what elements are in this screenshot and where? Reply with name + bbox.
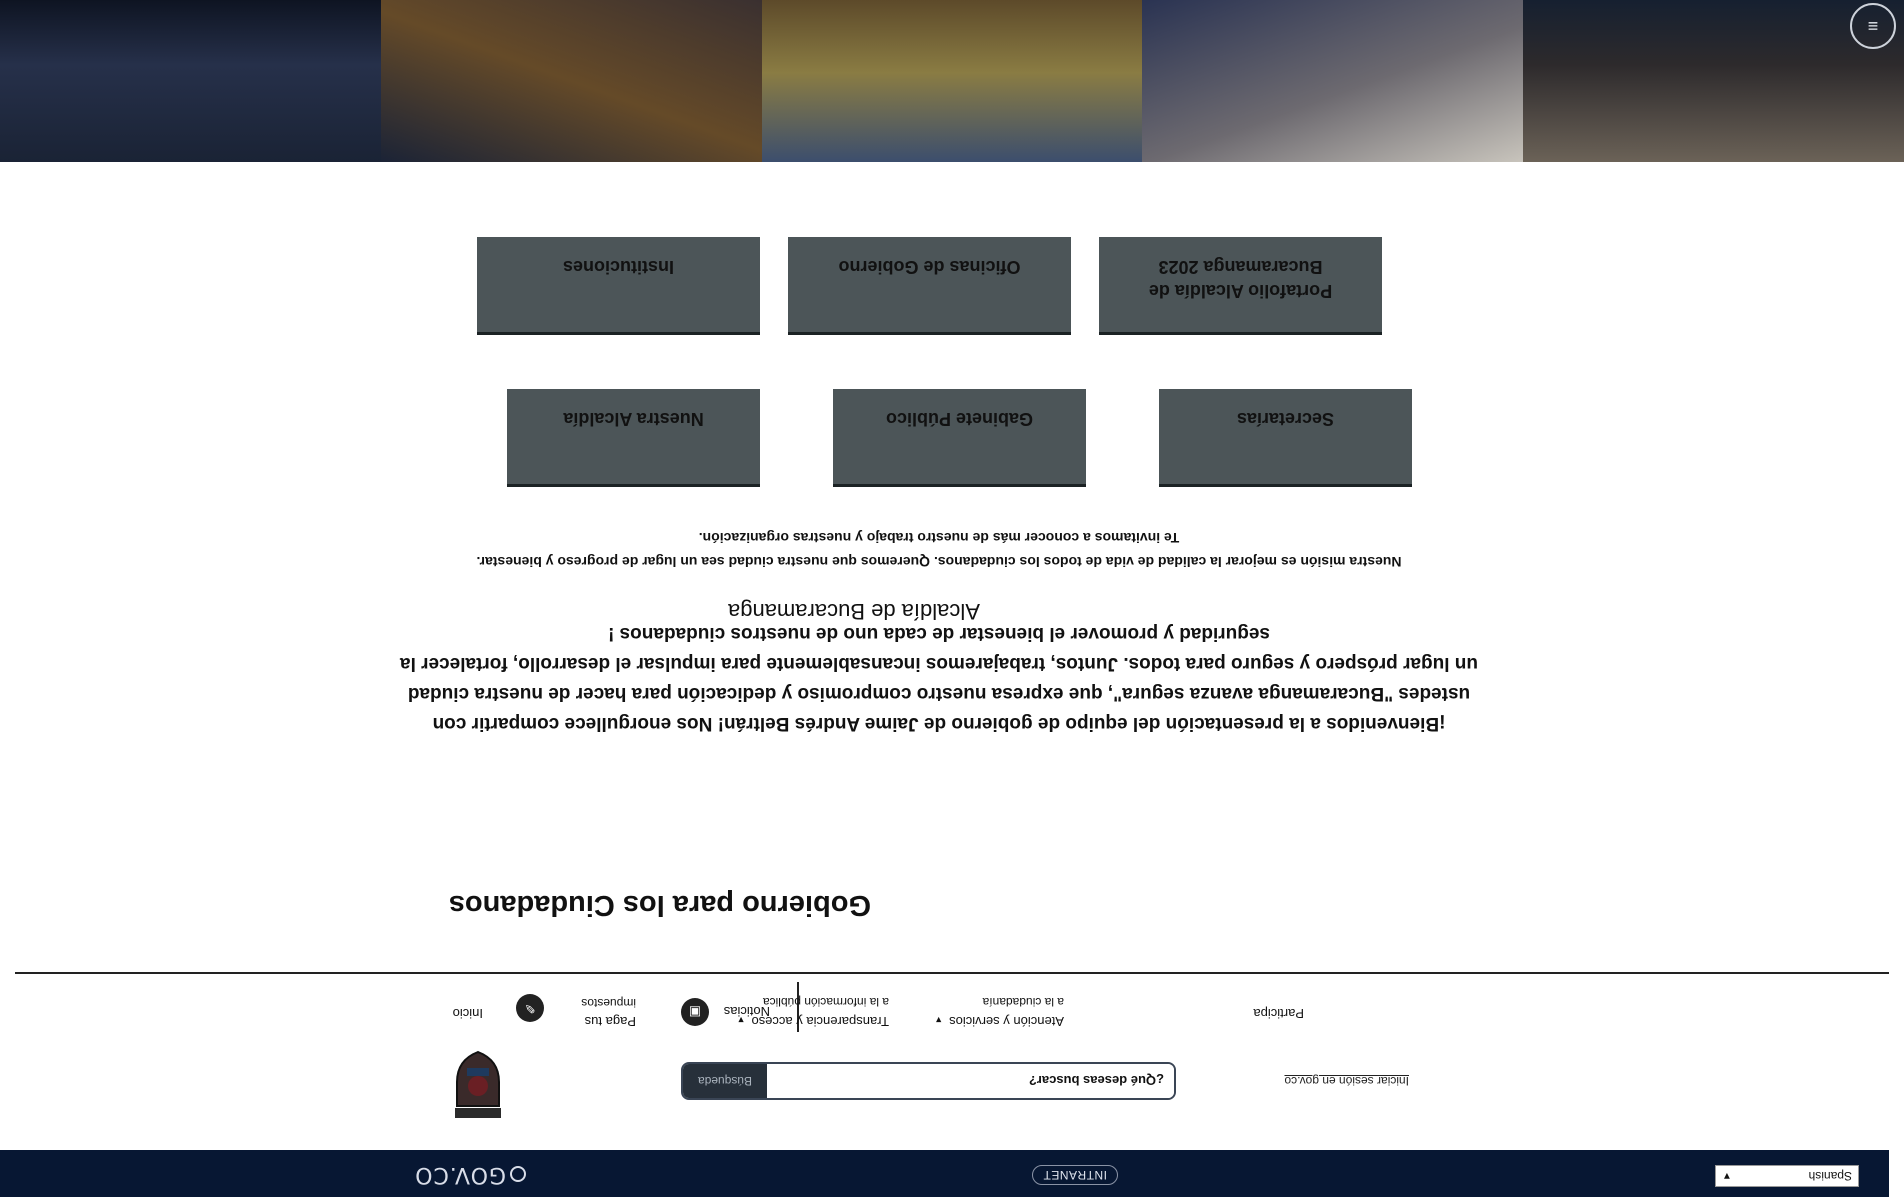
main-content: Gobierno para los Ciudadanos ¡Bienvenido… xyxy=(15,160,1889,972)
search-button[interactable]: Búsqueda xyxy=(683,1064,767,1098)
search-bar: Búsqueda xyxy=(681,1062,1176,1100)
org-name: Alcaldía de Bucaramanga xyxy=(728,599,980,624)
hamburger-icon[interactable]: ≡ xyxy=(1850,3,1896,49)
nav-pagos[interactable]: Paga tus impuestos xyxy=(581,994,636,1030)
nav-noticias[interactable]: Noticias xyxy=(724,1002,770,1020)
hero-image-4 xyxy=(380,0,762,162)
nav-transparencia-label: Transparencia y acceso xyxy=(751,1014,889,1029)
nav-participa-label: Participa xyxy=(1253,1006,1304,1021)
card-instituciones[interactable]: Instituciones xyxy=(477,237,760,335)
page-title: Gobierno para los Ciudadanos xyxy=(448,889,871,921)
card-oficinas-de-gobierno[interactable]: Oficinas de Gobierno xyxy=(788,237,1071,335)
nav-participa[interactable]: Participa xyxy=(1253,1004,1304,1022)
card-gabinete-publico[interactable]: Gabinete Público xyxy=(833,389,1086,487)
card-nuestra-alcaldia[interactable]: Nuestra Alcaldía xyxy=(507,389,760,487)
language-select[interactable]: Spanish ▼ xyxy=(1715,1165,1859,1187)
govco-label: GOV.CO xyxy=(414,1162,506,1187)
chevron-down-icon: ▼ xyxy=(1722,1170,1732,1182)
nav-atencion-sub: a la ciudadanía xyxy=(982,995,1064,1009)
intranet-link[interactable]: INTRANET xyxy=(1032,1165,1118,1185)
hero-image-2 xyxy=(1142,0,1524,162)
header: Iniciar sesión en gov.co Búsqueda xyxy=(15,1040,1889,1150)
login-link[interactable]: Iniciar sesión en gov.co xyxy=(1284,1074,1409,1088)
nav-pagos-sub: impuestos xyxy=(581,996,636,1010)
news-icon: ▣ xyxy=(681,998,709,1026)
nav-atencion[interactable]: Atención y servicios ▼ a la ciudadanía xyxy=(934,993,1064,1030)
nav-atencion-label: Atención y servicios xyxy=(949,1014,1064,1029)
nav-noticias-label: Noticias xyxy=(723,1004,770,1019)
hero-banner xyxy=(0,0,1904,162)
hero-image-5 xyxy=(0,0,381,162)
govco-link[interactable]: GOV.CO xyxy=(414,1162,526,1187)
chevron-down-icon: ▼ xyxy=(934,1015,944,1025)
govco-icon xyxy=(510,1166,526,1183)
card-secretarias[interactable]: Secretarías xyxy=(1159,389,1412,487)
nav-pagos-label: Paga tus xyxy=(584,1014,636,1029)
nav-inicio-label: Inicio xyxy=(452,1006,483,1021)
nav-inicio[interactable]: Inicio xyxy=(453,1004,483,1022)
mission-text: Nuestra misión es mejorar la calidad de … xyxy=(399,526,1479,574)
govco-top-bar: Spanish ▼ INTRANET GOV.CO xyxy=(0,1150,1889,1197)
hero-image-3 xyxy=(761,0,1143,162)
hero-image-1 xyxy=(1523,0,1904,162)
coat-of-arms-logo[interactable] xyxy=(447,1050,509,1120)
card-portafolio[interactable]: Portafolio Alcaldía de Bucaramanga 2023 xyxy=(1099,237,1382,335)
page: Spanish ▼ INTRANET GOV.CO Iniciar sesión… xyxy=(0,0,1904,1197)
intro-paragraph: ¡Bienvenidos a la presentación del equip… xyxy=(399,623,1479,734)
mission-line-1: Nuestra misión es mejorar la calidad de … xyxy=(476,554,1402,570)
pay-icon: ✎ xyxy=(516,994,544,1022)
language-value: Spanish xyxy=(1808,1169,1852,1183)
main-nav: Participa Atención y servicios ▼ a la ciu… xyxy=(15,972,1889,1040)
mission-line-2: Te invitamos a conocer más de nuestro tr… xyxy=(698,530,1180,546)
search-input[interactable] xyxy=(767,1064,1174,1098)
